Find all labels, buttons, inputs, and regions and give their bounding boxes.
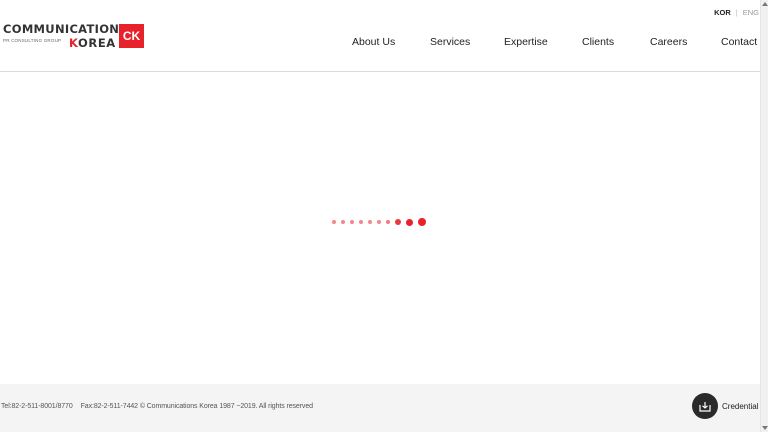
loader-dot (341, 220, 345, 224)
loader-dot (418, 218, 426, 226)
footer-fax: Fax:82-2-511-7442 (80, 403, 138, 410)
page-scrollbar[interactable] (760, 0, 768, 432)
loader-dot (332, 220, 336, 224)
download-icon (692, 393, 718, 419)
site-header: COMMUNICATIONS PR CONSULTING GROUP KOREA… (0, 0, 760, 72)
scroll-down-arrow[interactable] (761, 424, 768, 432)
main-nav: About Us Services Expertise Clients Care… (0, 36, 760, 50)
loader-dot (386, 220, 390, 224)
loader-dot (377, 220, 381, 224)
nav-services[interactable]: Services (430, 36, 470, 48)
loader-dot (406, 218, 413, 226)
logo-line-communications: COMMUNICATIONS (3, 22, 128, 36)
nav-clients[interactable]: Clients (582, 36, 614, 48)
lang-separator: | (735, 8, 738, 17)
language-switcher: KOR | ENG (714, 8, 759, 17)
nav-contact[interactable]: Contact (721, 36, 757, 48)
credential-label: Credential (722, 401, 759, 411)
loader-dot (359, 220, 363, 224)
footer-contact-info: Tel:82-2-511-8001/8770 Fax:82-2-511-7442 … (1, 403, 313, 410)
footer-tel: Tel:82-2-511-8001/8770 (1, 403, 73, 410)
site-footer: Tel:82-2-511-8001/8770 Fax:82-2-511-7442 … (0, 384, 760, 432)
nav-expertise[interactable]: Expertise (504, 36, 548, 48)
loading-indicator (332, 216, 431, 228)
credential-download-button[interactable]: Credential (692, 393, 758, 419)
lang-kor-link[interactable]: KOR (714, 8, 731, 17)
footer-copyright: © Communications Korea 1987 ~2019. All r… (139, 403, 313, 410)
scroll-up-arrow[interactable] (761, 0, 768, 8)
loader-dot (395, 219, 401, 225)
nav-careers[interactable]: Careers (650, 36, 687, 48)
nav-about-us[interactable]: About Us (352, 36, 395, 48)
lang-eng-link[interactable]: ENG (743, 8, 759, 17)
loader-dot (350, 220, 354, 224)
loader-dot (368, 220, 372, 224)
